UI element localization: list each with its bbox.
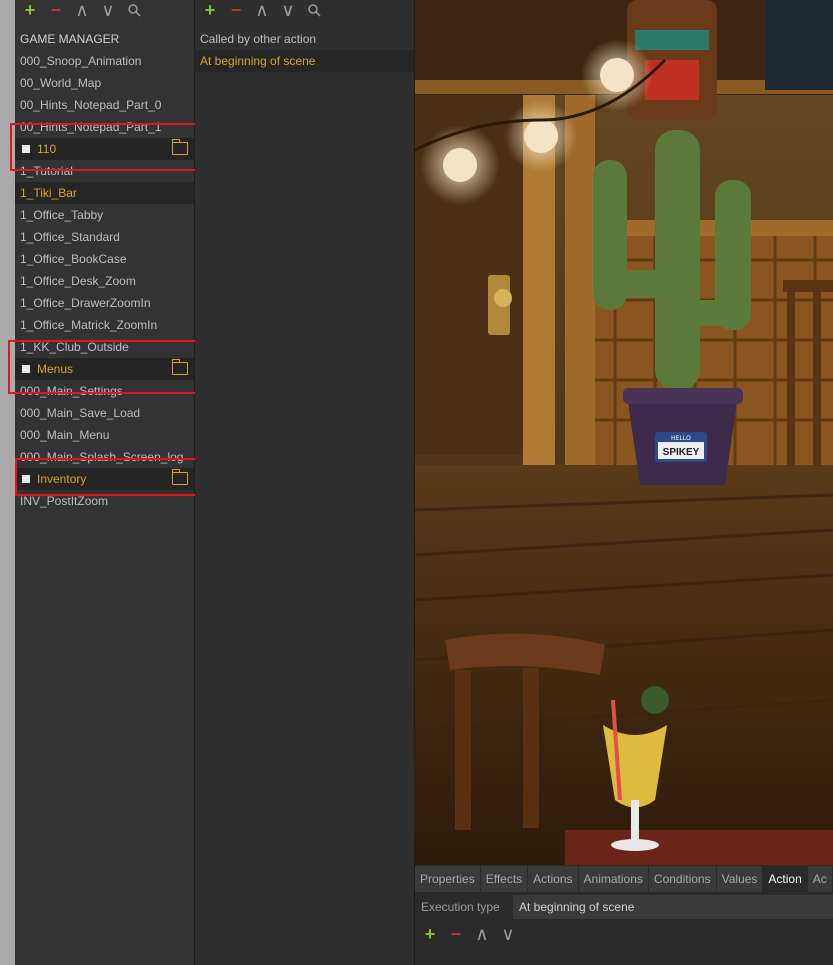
move-up-button[interactable]: ∧ bbox=[73, 1, 91, 19]
tab-actions[interactable]: Actions bbox=[528, 866, 578, 892]
scene-preview[interactable]: HELLO SPIKEY bbox=[415, 0, 833, 865]
move-down-button[interactable]: ∨ bbox=[279, 1, 297, 19]
move-up-button[interactable]: ∧ bbox=[253, 1, 271, 19]
remove-scene-button[interactable]: − bbox=[47, 1, 65, 19]
actions-toolbar: + − ∧ ∨ bbox=[195, 0, 414, 20]
move-down-button[interactable]: ∨ bbox=[499, 925, 517, 943]
list-item-selected[interactable]: At beginning of scene bbox=[195, 50, 414, 72]
move-down-button[interactable]: ∨ bbox=[99, 1, 117, 19]
list-item[interactable]: 1_Office_Desk_Zoom bbox=[15, 270, 194, 292]
add-button[interactable]: + bbox=[421, 925, 439, 943]
actions-panel: + − ∧ ∨ Called by other action At beginn… bbox=[195, 0, 415, 965]
search-icon[interactable] bbox=[305, 1, 323, 19]
search-icon[interactable] bbox=[125, 1, 143, 19]
list-item[interactable]: 00_World_Map bbox=[15, 72, 194, 94]
remove-button[interactable]: − bbox=[447, 925, 465, 943]
list-item[interactable]: Called by other action bbox=[195, 28, 414, 50]
list-item[interactable]: 1_Office_Standard bbox=[15, 226, 194, 248]
props-toolbar: + − ∧ ∨ bbox=[421, 925, 517, 943]
execution-type-dropdown[interactable]: At beginning of scene bbox=[513, 895, 833, 919]
properties-tabs: Properties Effects Actions Animations Co… bbox=[415, 866, 832, 892]
scene-list: GAME MANAGER 000_Snoop_Animation 00_Worl… bbox=[15, 28, 194, 512]
list-item[interactable]: 000_Snoop_Animation bbox=[15, 50, 194, 72]
tab-values[interactable]: Values bbox=[716, 866, 763, 892]
tab-conditions[interactable]: Conditions bbox=[648, 866, 716, 892]
list-item[interactable]: 1_Office_DrawerZoomIn bbox=[15, 292, 194, 314]
highlight-folder-menus bbox=[8, 340, 211, 394]
list-item-selected[interactable]: 1_Tiki_Bar bbox=[15, 182, 194, 204]
action-list: Called by other action At beginning of s… bbox=[195, 28, 414, 72]
list-item[interactable]: 00_Hints_Notepad_Part_0 bbox=[15, 94, 194, 116]
list-item[interactable]: 1_Office_BookCase bbox=[15, 248, 194, 270]
tab-action[interactable]: Action bbox=[763, 866, 807, 892]
tab-effects[interactable]: Effects bbox=[480, 866, 528, 892]
highlight-folder-inventory bbox=[15, 458, 207, 496]
list-item[interactable]: 1_Office_Tabby bbox=[15, 204, 194, 226]
scene-artwork: HELLO SPIKEY bbox=[415, 0, 833, 865]
scenes-toolbar: + − ∧ ∨ bbox=[15, 0, 194, 20]
properties-panel: Properties Effects Actions Animations Co… bbox=[415, 865, 833, 965]
tab-animations[interactable]: Animations bbox=[578, 866, 648, 892]
tab-properties[interactable]: Properties bbox=[415, 866, 480, 892]
remove-action-button[interactable]: − bbox=[227, 1, 245, 19]
game-manager-item[interactable]: GAME MANAGER bbox=[15, 28, 194, 50]
execution-type-label: Execution type bbox=[421, 900, 500, 914]
add-action-button[interactable]: + bbox=[201, 1, 219, 19]
move-up-button[interactable]: ∧ bbox=[473, 925, 491, 943]
list-item[interactable]: 000_Main_Menu bbox=[15, 424, 194, 446]
pot-label-spikey: SPIKEY bbox=[663, 447, 700, 458]
add-scene-button[interactable]: + bbox=[21, 1, 39, 19]
pot-label-hello: HELLO bbox=[671, 436, 691, 442]
list-item[interactable]: 1_Office_Matrick_ZoomIn bbox=[15, 314, 194, 336]
tab-ac[interactable]: Ac bbox=[807, 866, 832, 892]
list-item[interactable]: 000_Main_Save_Load bbox=[15, 402, 194, 424]
execution-type-row: Execution type At beginning of scene bbox=[415, 894, 833, 920]
highlight-folder-110 bbox=[10, 123, 211, 171]
